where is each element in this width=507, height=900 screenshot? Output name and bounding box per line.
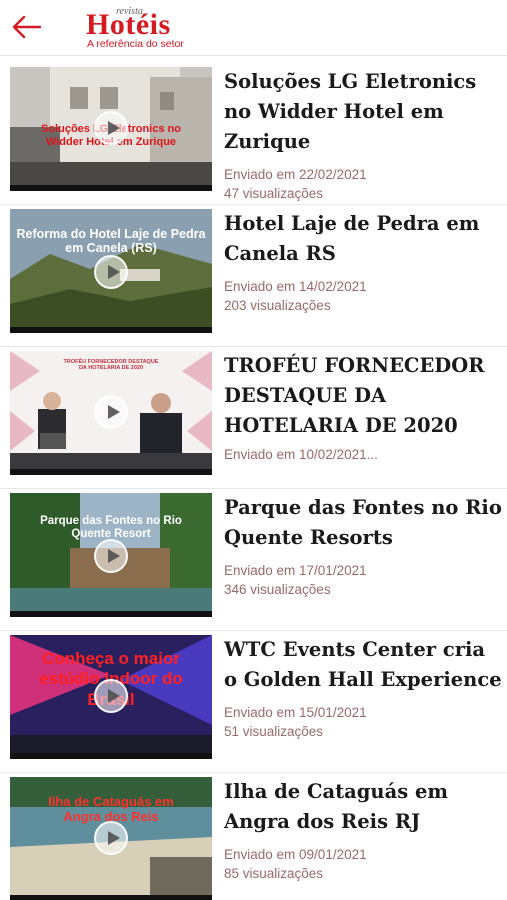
video-date: Enviado em 09/01/2021	[224, 847, 367, 862]
video-list-item[interactable]: TROFÉU FORNECEDOR DESTAQUE DA HOTELARIA …	[0, 347, 507, 489]
video-date: Enviado em 17/01/2021	[224, 563, 367, 578]
video-list-item[interactable]: Soluções LG Eletronics no Widder Hotel e…	[0, 63, 507, 205]
video-date: Enviado em 10/02/2021...	[224, 447, 378, 462]
video-thumbnail[interactable]: Conheça o maior estúdio indoor do Brasil	[10, 635, 212, 759]
play-icon	[94, 821, 128, 855]
video-title[interactable]: Soluções LG Eletronics no Widder Hotel e…	[224, 67, 504, 157]
video-thumbnail[interactable]: Soluções LG Eletronics no Widder Hotel e…	[10, 67, 212, 191]
video-thumbnail[interactable]: Parque das Fontes no Rio Quente Resort	[10, 493, 212, 617]
video-info: Soluções LG Eletronics no Widder Hotel e…	[224, 67, 504, 203]
video-info: Hotel Laje de Pedra em Canela RS Enviado…	[224, 209, 504, 315]
video-info: Ilha de Cataguás em Angra dos Reis RJ En…	[224, 777, 504, 883]
video-title[interactable]: WTC Events Center cria o Golden Hall Exp…	[224, 635, 504, 695]
video-list: Soluções LG Eletronics no Widder Hotel e…	[0, 63, 507, 900]
video-thumbnail[interactable]: TROFÉU FORNECEDOR DESTAQUE DA HOTELARIA …	[10, 351, 212, 475]
video-date: Enviado em 14/02/2021	[224, 279, 367, 294]
video-list-item[interactable]: Conheça o maior estúdio indoor do Brasil…	[0, 631, 507, 773]
video-title[interactable]: Ilha de Cataguás em Angra dos Reis RJ	[224, 777, 504, 837]
logo-tagline: A referência do setor	[87, 38, 184, 50]
play-icon	[94, 395, 128, 429]
video-thumbnail[interactable]: Reforma do Hotel Laje de Pedra em Canela…	[10, 209, 212, 333]
video-info: TROFÉU FORNECEDOR DESTAQUE DA HOTELARIA …	[224, 351, 504, 464]
video-views: 203 visualizações	[224, 298, 331, 313]
video-date: Enviado em 15/01/2021	[224, 705, 367, 720]
back-button[interactable]	[10, 12, 44, 42]
video-views: 85 visualizações	[224, 866, 324, 881]
video-views: 51 visualizações	[224, 724, 324, 739]
play-icon	[94, 679, 128, 713]
video-info: Parque das Fontes no Rio Quente Resorts …	[224, 493, 504, 599]
video-date: Enviado em 22/02/2021	[224, 167, 367, 182]
video-title[interactable]: Hotel Laje de Pedra em Canela RS	[224, 209, 504, 269]
video-title[interactable]: Parque das Fontes no Rio Quente Resorts	[224, 493, 504, 553]
play-icon	[94, 255, 128, 289]
video-thumbnail[interactable]: Ilha de Cataguás em Angra dos Reis	[10, 777, 212, 900]
logo-brand-text: Hotéis	[86, 8, 171, 41]
video-info: WTC Events Center cria o Golden Hall Exp…	[224, 635, 504, 741]
thumbnail-caption: Reforma do Hotel Laje de Pedra em Canela…	[16, 227, 206, 256]
video-views: 47 visualizações	[224, 186, 324, 201]
revista-hoteis-logo[interactable]: revista Hotéis A referência do setor	[86, 4, 216, 50]
video-views: 346 visualizações	[224, 582, 331, 597]
app-header: revista Hotéis A referência do setor	[0, 0, 507, 56]
arrow-left-icon	[12, 15, 42, 39]
video-list-item[interactable]: Ilha de Cataguás em Angra dos Reis Ilha …	[0, 773, 507, 900]
video-list-item[interactable]: Reforma do Hotel Laje de Pedra em Canela…	[0, 205, 507, 347]
play-icon	[94, 539, 128, 573]
video-title[interactable]: TROFÉU FORNECEDOR DESTAQUE DA HOTELARIA …	[224, 351, 504, 441]
thumbnail-caption: TROFÉU FORNECEDOR DESTAQUE DA HOTELARIA …	[63, 359, 159, 372]
video-list-item[interactable]: Parque das Fontes no Rio Quente Resort P…	[0, 489, 507, 631]
play-icon	[94, 111, 128, 145]
thumbnail-caption: Parque das Fontes no Rio Quente Resort	[40, 515, 182, 541]
